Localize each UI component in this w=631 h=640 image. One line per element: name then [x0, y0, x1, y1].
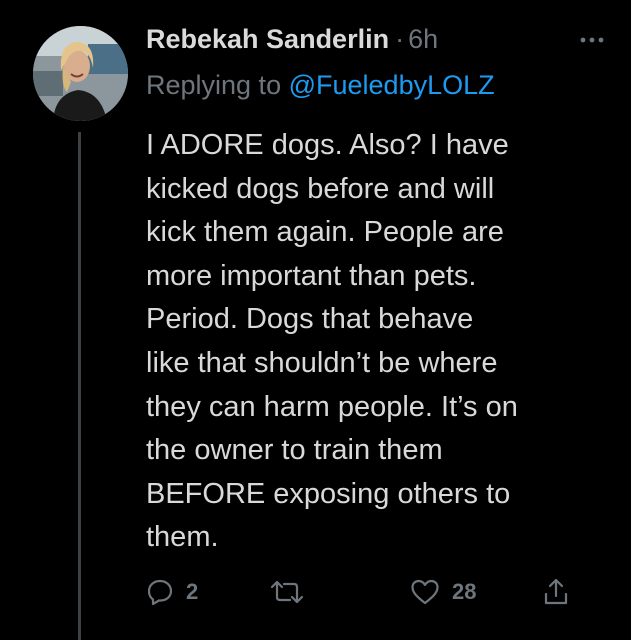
reply-icon	[147, 579, 173, 606]
more-horizontal-icon	[580, 37, 604, 43]
tweet-text-line: them.	[146, 521, 219, 554]
author-name[interactable]: Rebekah Sanderlin	[146, 24, 389, 55]
like-button[interactable]: 28	[410, 572, 476, 612]
thread-line	[78, 132, 81, 640]
share-icon	[544, 578, 568, 605]
retweet-icon	[270, 580, 304, 604]
action-bar: 2 28	[146, 572, 606, 612]
share-button[interactable]	[542, 572, 570, 612]
avatar[interactable]	[33, 26, 128, 121]
tweet-text-line: Period. Dogs that behave	[146, 303, 474, 336]
tweet-header: Rebekah Sanderlin · 6h	[146, 24, 438, 64]
tweet-text-line: BEFORE exposing others to	[146, 477, 511, 510]
more-options-button[interactable]	[578, 26, 606, 54]
tweet[interactable]: Rebekah Sanderlin · 6h Replying to @Fuel…	[0, 0, 631, 640]
reply-button[interactable]: 2	[146, 572, 198, 612]
tweet-text-line: more important than pets.	[146, 259, 477, 292]
header-separator: ·	[395, 24, 405, 54]
replying-to-handle[interactable]: @FueledbyLOLZ	[289, 70, 495, 100]
avatar-photo	[33, 26, 128, 121]
tweet-text-line: kicked dogs before and will	[146, 172, 495, 205]
tweet-text-line: like that shouldn’t be where	[146, 346, 498, 379]
timestamp[interactable]: 6h	[408, 24, 438, 55]
replying-to-prefix: Replying to	[146, 70, 282, 100]
tweet-text: I ADORE dogs. Also? I have kicked dogs b…	[146, 124, 616, 560]
reply-count: 2	[186, 579, 199, 604]
heart-icon	[411, 579, 439, 605]
tweet-text-line: they can harm people. It’s on	[146, 390, 518, 423]
like-count: 28	[452, 579, 477, 604]
tweet-text-line: I ADORE dogs. Also? I have	[146, 129, 509, 161]
replying-to: Replying to @FueledbyLOLZ	[146, 70, 495, 101]
retweet-button[interactable]	[270, 572, 316, 612]
tweet-text-line: the owner to train them	[146, 434, 443, 467]
tweet-text-line: kick them again. People are	[146, 216, 504, 249]
